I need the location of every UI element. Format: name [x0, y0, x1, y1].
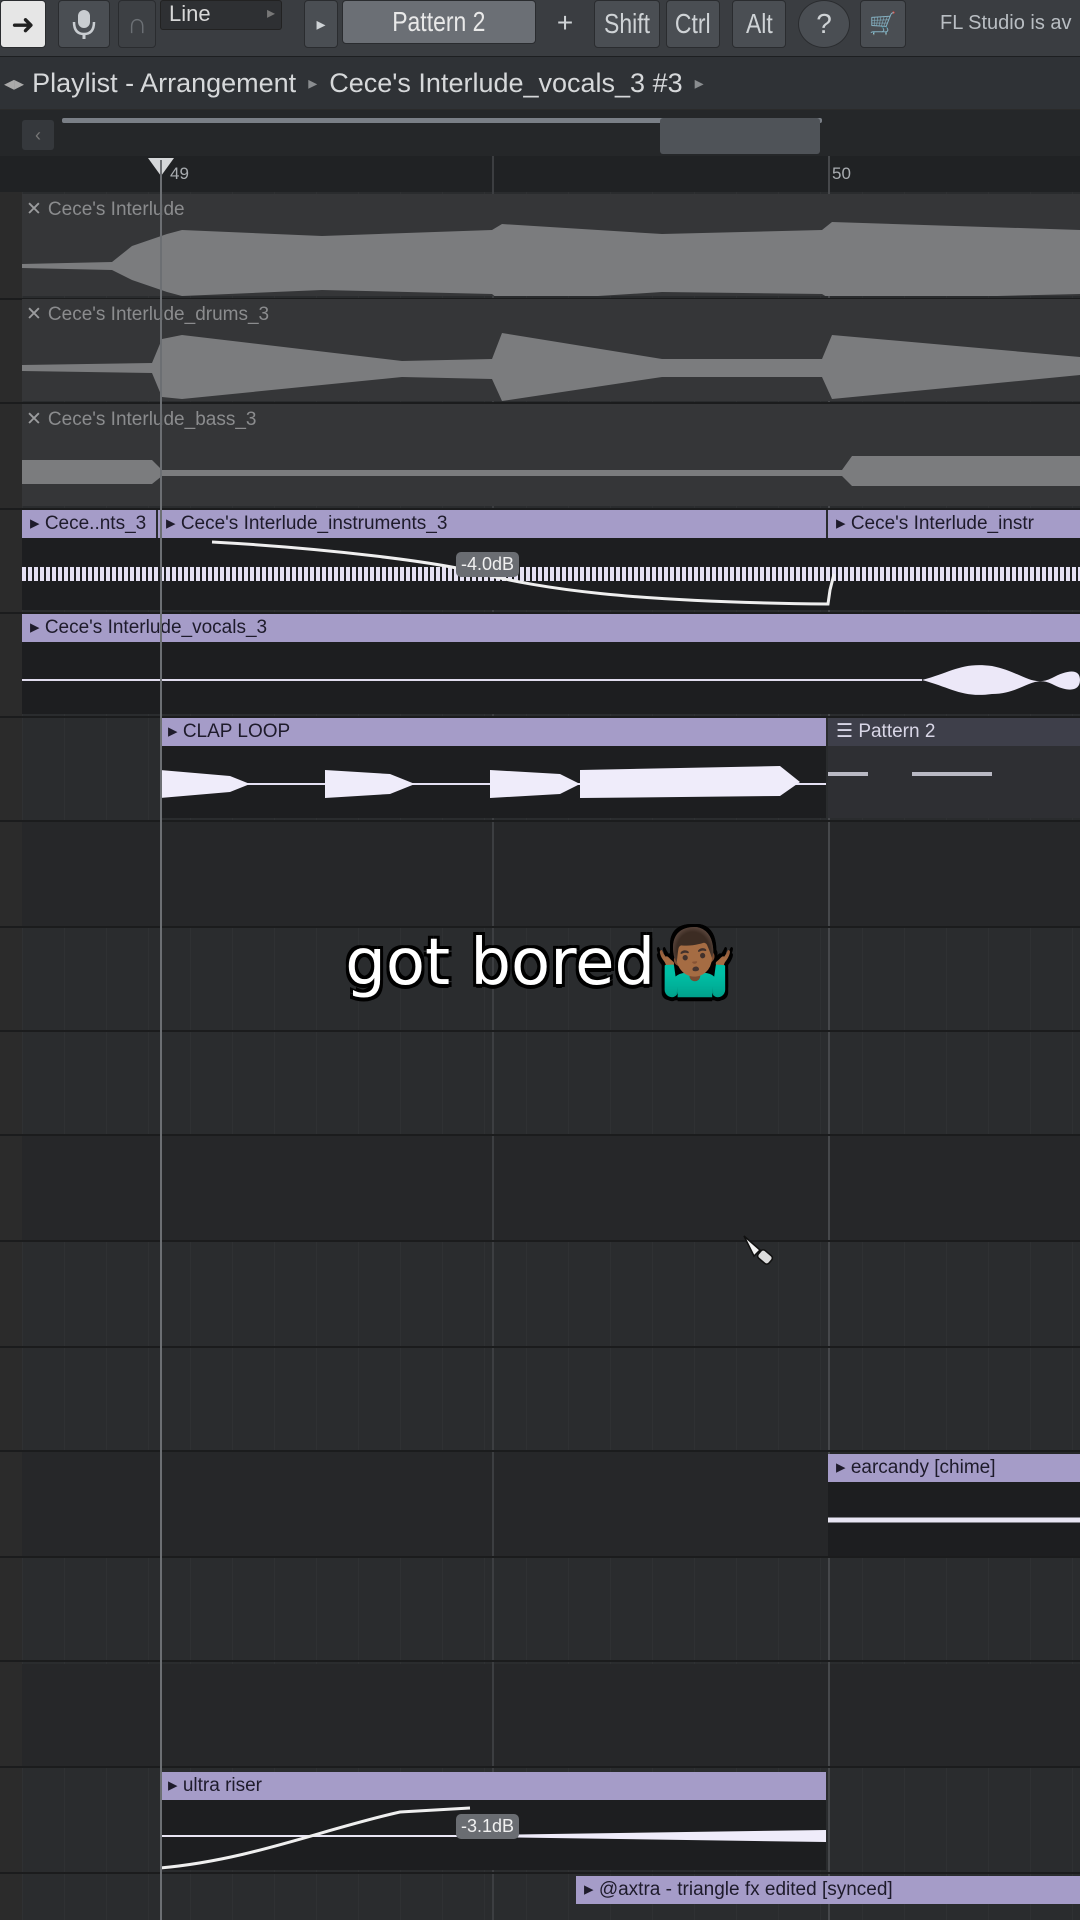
cart-icon[interactable]: 🛒: [860, 0, 906, 48]
mute-x-icon[interactable]: ✕: [26, 409, 42, 430]
track-divider: [0, 1030, 1080, 1032]
playhead-line: [160, 160, 162, 1920]
track-divider: [0, 1872, 1080, 1874]
playlist-titlebar: ◂▸ Playlist - Arrangement ▸ Cece's Inter…: [0, 57, 1080, 109]
brush-cursor-svg: [743, 1235, 774, 1265]
track-divider: [0, 1766, 1080, 1768]
breadcrumb-chevron-icon: ▸: [308, 72, 318, 93]
earcandy-clip-header[interactable]: ▸ earcandy [chime]: [828, 1454, 1080, 1482]
play-triangle-icon[interactable]: ▸: [304, 0, 338, 48]
pattern-notes: [828, 772, 992, 776]
earcandy-clip-body[interactable]: [828, 1482, 1080, 1556]
snap-select[interactable]: Line ▸: [160, 0, 282, 30]
snap-value: Line: [169, 1, 211, 26]
help-icon[interactable]: ?: [798, 0, 850, 48]
ctrl-label: Ctrl: [675, 8, 711, 39]
pattern-select[interactable]: Pattern 2: [342, 0, 536, 44]
instruments-clip-body[interactable]: [22, 538, 1080, 610]
track-divider: [0, 1134, 1080, 1136]
arrow-right-icon[interactable]: ➜: [0, 0, 46, 48]
muted-track-label: ✕ Cece's Interlude_drums_3: [26, 304, 270, 325]
shift-button[interactable]: Shift: [594, 0, 660, 48]
hint-text: FL Studio is av: [940, 12, 1072, 34]
pattern-clip-body[interactable]: [828, 746, 1080, 818]
track-divider: [0, 1450, 1080, 1452]
scroll-left-icon[interactable]: ‹: [22, 120, 54, 150]
instruments-clip-a-header[interactable]: ▸ Cece..nts_3: [22, 510, 156, 538]
clap-clip-body[interactable]: [160, 746, 826, 818]
instruments-clip-c-header[interactable]: ▸ Cece's Interlude_instr: [828, 510, 1080, 538]
track-divider: [0, 1240, 1080, 1242]
overview-scrollbar[interactable]: ‹: [0, 110, 1080, 156]
magnet-icon[interactable]: ∩: [118, 0, 156, 48]
volume-badge: -4.0dB: [456, 552, 520, 577]
vocals-clip-header[interactable]: ▸ Cece's Interlude_vocals_3: [22, 614, 1080, 642]
breadcrumb-chevron-icon: ▸: [694, 72, 704, 93]
waveform: [160, 766, 826, 798]
microphone-icon-svg: [72, 10, 96, 39]
grid-band: [22, 822, 1080, 926]
mute-x-icon[interactable]: ✕: [26, 199, 42, 220]
video-caption: got bored🤷🏾‍♂️: [0, 925, 1080, 1000]
grid-band: [22, 1664, 1080, 1768]
toolbar: ➜ ∩ Line ▸ ▸ Pattern 2 + Shift Ctrl Alt …: [0, 0, 1080, 57]
waveform: [828, 1517, 1080, 1523]
ruler-mark: 50: [832, 164, 851, 183]
mute-x-icon[interactable]: ✕: [26, 304, 42, 325]
brush-cursor-icon: [740, 1232, 780, 1277]
pattern-clip-header[interactable]: ☰ Pattern 2: [828, 718, 1080, 746]
ctrl-button[interactable]: Ctrl: [666, 0, 720, 48]
riser-clip-header[interactable]: ▸ ultra riser: [160, 1772, 826, 1800]
window-title: Playlist - Arrangement: [32, 67, 297, 98]
microphone-icon[interactable]: [58, 0, 110, 48]
track-divider: [0, 1556, 1080, 1558]
muted-track-label: ✕ Cece's Interlude_bass_3: [26, 409, 257, 430]
shrug-emoji-icon: 🤷🏾‍♂️: [655, 926, 735, 1000]
clap-clip-header[interactable]: ▸ CLAP LOOP: [160, 718, 826, 746]
vocals-clip-body[interactable]: [22, 642, 1080, 714]
track-divider: [0, 820, 1080, 822]
alt-label: Alt: [745, 8, 773, 39]
window-arrows-icon[interactable]: ◂▸: [4, 71, 24, 96]
track-divider: [0, 1346, 1080, 1348]
triangle-right-icon: ▸: [266, 5, 275, 22]
caption-text: got bored: [345, 926, 656, 1000]
add-pattern-button[interactable]: +: [548, 0, 582, 46]
add-pattern-label: +: [556, 7, 574, 38]
alt-button[interactable]: Alt: [732, 0, 786, 48]
triangle-fx-clip-header[interactable]: ▸ @axtra - triangle fx edited [synced]: [576, 1876, 1080, 1904]
pattern-select-value: Pattern 2: [392, 6, 486, 37]
overview-thumb[interactable]: [660, 118, 820, 154]
track-divider: [0, 1660, 1080, 1662]
volume-badge: -3.1dB: [456, 1814, 520, 1839]
waveform: [22, 540, 1080, 606]
instruments-clip-b-header[interactable]: ▸ Cece's Interlude_instruments_3: [158, 510, 826, 538]
grid-band: [22, 1136, 1080, 1240]
shift-label: Shift: [604, 8, 650, 39]
clip-title: Cece's Interlude_vocals_3 #3: [329, 67, 683, 98]
waveform: [22, 665, 1080, 695]
